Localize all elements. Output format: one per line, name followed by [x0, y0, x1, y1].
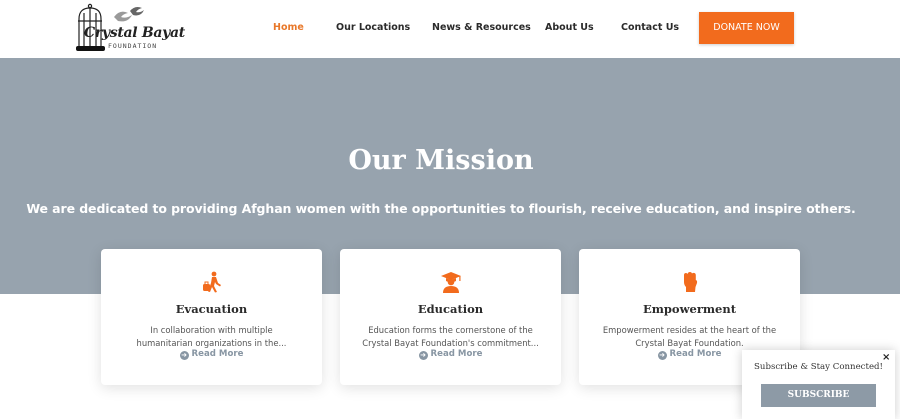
nav-contact-us[interactable]: Contact Us [621, 0, 679, 58]
card-text: Empowerment resides at the heart of the … [602, 325, 777, 348]
arrow-circle-right-icon: ➜ [418, 351, 428, 360]
site-logo[interactable]: Crystal Bayat FOUNDATION [74, 3, 185, 53]
arrow-circle-right-icon: ➜ [179, 351, 189, 360]
card-evacuation: Evacuation In collaboration with multipl… [101, 249, 322, 385]
logo-subtitle: FOUNDATION [108, 42, 158, 50]
site-header: Crystal Bayat FOUNDATION Home Our Locati… [0, 0, 900, 58]
logo-name: Crystal Bayat [84, 25, 185, 41]
card-text: Education forms the cornerstone of the C… [362, 325, 539, 348]
read-more-link[interactable]: ➜ Read More [101, 349, 322, 360]
subscribe-popup: × Subscribe & Stay Connected! SUBSCRIBE [742, 350, 895, 419]
card-education: Education Education forms the cornerston… [340, 249, 561, 385]
popup-text: Subscribe & Stay Connected! [754, 362, 883, 372]
subscribe-button[interactable]: SUBSCRIBE [761, 384, 876, 407]
arrow-circle-right-icon: ➜ [657, 351, 667, 360]
card-title: Education [417, 302, 484, 316]
nav-our-locations[interactable]: Our Locations [336, 0, 410, 58]
read-more-label: Read More [191, 349, 244, 359]
nav-about-us[interactable]: About Us [545, 0, 594, 58]
graduate-icon [441, 272, 461, 293]
hero-subtitle: We are dedicated to providing Afghan wom… [26, 201, 856, 216]
read-more-label: Read More [430, 349, 483, 359]
card-title: Evacuation [175, 302, 248, 316]
person-walking-luggage-icon [203, 271, 221, 293]
page: Crystal Bayat FOUNDATION Home Our Locati… [0, 0, 900, 419]
read-more-link[interactable]: ➜ Read More [340, 349, 561, 360]
raised-fist-icon [684, 272, 698, 292]
nav-news-resources[interactable]: News & Resources [432, 0, 531, 58]
card-text: In collaboration with multiple humanitar… [136, 325, 287, 348]
hero-title: Our Mission [348, 145, 534, 176]
nav-home[interactable]: Home [273, 0, 304, 58]
card-title: Empowerment [642, 302, 737, 316]
read-more-label: Read More [669, 349, 722, 359]
donate-button[interactable]: DONATE NOW [699, 12, 794, 44]
